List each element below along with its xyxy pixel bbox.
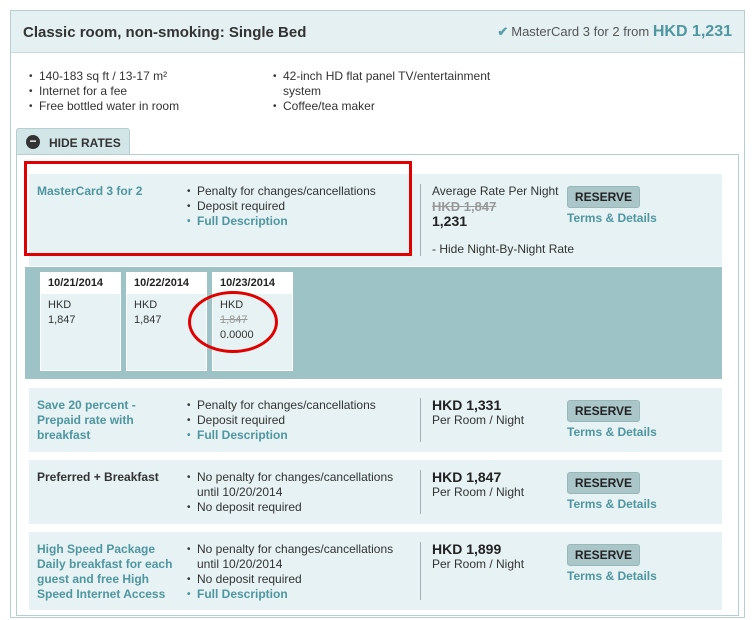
discounted-price: 1,231: [432, 213, 468, 229]
amenity-item: Free bottled water in room: [29, 99, 269, 114]
reserve-button[interactable]: RESERVE: [567, 400, 640, 422]
rate-price: HKD 1,899 Per Room / Night: [432, 542, 562, 572]
per-room-night: Per Room / Night: [432, 485, 525, 499]
night-by-night-rates: 10/21/2014 HKD 1,847 10/22/2014 HKD 1,84…: [25, 267, 722, 379]
hide-rates-label: HIDE RATES: [49, 136, 121, 150]
night-currency: HKD: [220, 299, 244, 311]
night-discounted-value: 0.0000: [220, 329, 254, 341]
full-description-link[interactable]: Full Description: [187, 428, 417, 443]
promo-from-price: ✔ MasterCard 3 for 2 from HKD 1,231: [497, 23, 732, 41]
per-room-night: Per Room / Night: [432, 413, 525, 427]
policy-item: Deposit required: [187, 199, 417, 214]
rate-policies: No penalty for changes/cancellations unt…: [187, 542, 417, 602]
rate-name: Preferred + Breakfast: [37, 470, 159, 484]
rate-name: High Speed Package Daily breakfast for e…: [37, 542, 173, 601]
policy-item: Penalty for changes/cancellations: [187, 184, 417, 199]
rate-name: MasterCard 3 for 2: [37, 184, 143, 198]
divider: [420, 398, 421, 442]
night-card: 10/22/2014 HKD 1,847: [126, 272, 207, 371]
night-card: 10/21/2014 HKD 1,847: [40, 272, 121, 371]
policy-item: Penalty for changes/cancellations: [187, 398, 417, 413]
room-title: Classic room, non-smoking: Single Bed: [23, 24, 307, 41]
amenities-left: 140-183 sq ft / 13-17 m² Internet for a …: [29, 69, 269, 114]
reserve-button[interactable]: RESERVE: [567, 186, 640, 208]
night-original-value: 1,847: [220, 314, 248, 326]
rate-price: HKD 1,847 Per Room / Night: [432, 470, 562, 500]
per-room-night: Per Room / Night: [432, 557, 525, 571]
amenities-right: 42-inch HD flat panel TV/entertainment s…: [273, 69, 513, 114]
night-date: 10/21/2014: [41, 273, 120, 294]
night-date: 10/22/2014: [127, 273, 206, 294]
hide-nightly-link[interactable]: - Hide Night-By-Night Rate: [432, 242, 632, 257]
average-rate-label: Average Rate Per Night: [432, 184, 559, 198]
terms-link[interactable]: Terms & Details: [567, 425, 657, 439]
amenity-item: 42-inch HD flat panel TV/entertainment s…: [273, 69, 513, 99]
divider: [420, 470, 421, 514]
rate-name: Save 20 percent - Prepaid rate with brea…: [37, 398, 136, 442]
full-description-link[interactable]: Full Description: [187, 587, 417, 602]
check-icon: ✔: [497, 24, 509, 39]
policy-item: Deposit required: [187, 413, 417, 428]
rate-amount: HKD 1,899: [432, 541, 502, 557]
policy-item: No deposit required: [187, 572, 417, 587]
amenity-item: Internet for a fee: [29, 84, 269, 99]
rate-row: Save 20 percent - Prepaid rate with brea…: [29, 388, 722, 452]
rate-price: HKD 1,331 Per Room / Night: [432, 398, 562, 428]
original-price: HKD 1,847: [432, 199, 497, 214]
reserve-button[interactable]: RESERVE: [567, 544, 640, 566]
night-currency: HKD: [134, 299, 158, 311]
rate-row: High Speed Package Daily breakfast for e…: [29, 532, 722, 610]
policy-item: No penalty for changes/cancellations unt…: [187, 470, 417, 500]
rate-policies: Penalty for changes/cancellations Deposi…: [187, 398, 417, 443]
rate-amount: HKD 1,847: [432, 469, 502, 485]
terms-link[interactable]: Terms & Details: [567, 497, 657, 511]
hide-rates-button[interactable]: − HIDE RATES: [16, 128, 130, 155]
terms-link[interactable]: Terms & Details: [567, 569, 657, 583]
night-value: 1,847: [134, 314, 162, 326]
amenity-item: 140-183 sq ft / 13-17 m²: [29, 69, 269, 84]
reserve-button[interactable]: RESERVE: [567, 472, 640, 494]
minus-circle-icon: −: [26, 135, 40, 149]
rate-policies: Penalty for changes/cancellations Deposi…: [187, 184, 417, 229]
divider: [420, 542, 421, 600]
promo-from-text: MasterCard 3 for 2 from: [511, 24, 653, 39]
rate-policies: No penalty for changes/cancellations unt…: [187, 470, 417, 515]
full-description-link[interactable]: Full Description: [187, 214, 417, 229]
promo-price: HKD 1,231: [652, 23, 732, 40]
rate-row: MasterCard 3 for 2 Penalty for changes/c…: [29, 174, 722, 266]
amenity-item: Coffee/tea maker: [273, 99, 513, 114]
divider: [420, 184, 421, 256]
terms-link[interactable]: Terms & Details: [567, 211, 657, 225]
night-value: 1,847: [48, 314, 76, 326]
policy-item: No deposit required: [187, 500, 417, 515]
policy-item: No penalty for changes/cancellations unt…: [187, 542, 417, 572]
rate-row: Preferred + Breakfast No penalty for cha…: [29, 460, 722, 524]
night-card: 10/23/2014 HKD 1,847 0.0000: [212, 272, 293, 371]
rates-list: MasterCard 3 for 2 Penalty for changes/c…: [16, 154, 739, 616]
rate-amount: HKD 1,331: [432, 397, 502, 413]
night-currency: HKD: [48, 299, 72, 311]
rate-price: Average Rate Per Night HKD 1,847 1,231: [432, 184, 562, 229]
night-date: 10/23/2014: [213, 273, 292, 294]
room-header: Classic room, non-smoking: Single Bed ✔ M…: [11, 11, 744, 53]
